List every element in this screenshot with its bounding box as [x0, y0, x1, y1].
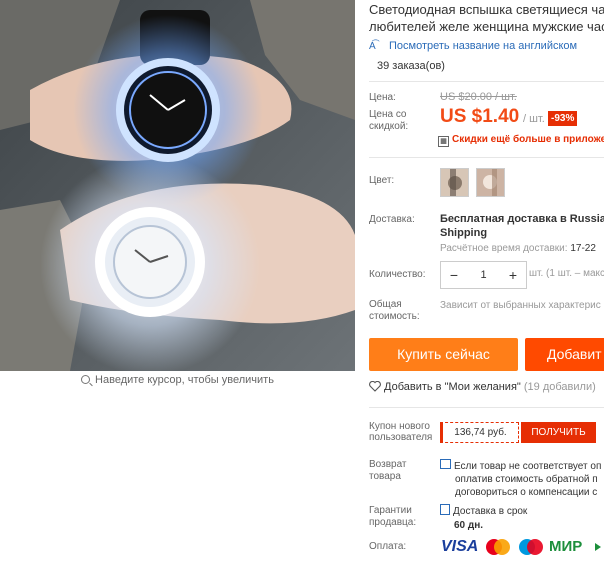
total-cost-label: Общая стоимость:	[369, 299, 420, 322]
add-to-wishlist[interactable]: Добавить в "Мои желания" (19 добавили)	[369, 381, 596, 393]
payment-arrow-icon	[595, 543, 601, 551]
zoom-hint: Наведите курсор, чтобы увеличить	[0, 374, 355, 386]
returns-line-3: договориться о компенсации с	[455, 487, 598, 498]
orders-count: 39 заказа(ов)	[377, 60, 445, 72]
delivery-time: Расчётное время доставки: 17-22	[440, 243, 596, 254]
returns-label-line-2: товара	[369, 471, 401, 482]
get-coupon-button[interactable]: ПОЛУЧИТЬ	[521, 422, 596, 443]
translate-title-link[interactable]: A͡ Посмотреть название на английском	[369, 40, 577, 52]
product-title-line-2: любителей желе женщина мужские часы	[369, 19, 604, 34]
mir-logo: МИР	[549, 538, 583, 555]
divider	[369, 407, 604, 408]
guarantee-label-line-2: продавца:	[369, 517, 417, 528]
coupon-label-line-1: Купон нового	[369, 421, 430, 432]
return-policy-icon	[440, 459, 451, 469]
new-user-coupon-label: Купон нового пользователя	[369, 421, 432, 443]
quantity-stepper: − 1 +	[440, 261, 527, 289]
guarantee-line-2: 60 дн.	[454, 520, 484, 531]
coupon-label-line-2: пользователя	[369, 432, 433, 443]
watch-photo	[0, 0, 355, 371]
add-to-cart-button[interactable]: Добавит	[525, 338, 604, 371]
guarantee-line-1: Доставка в срок	[453, 506, 528, 517]
color-option-2-image	[477, 169, 504, 196]
shipping-method-line-2[interactable]: Shipping	[440, 226, 604, 240]
seller-guarantee-text: Доставка в срок 60 дн.	[440, 504, 527, 533]
color-option-1[interactable]	[440, 168, 469, 197]
qr-icon: ▦	[438, 136, 449, 147]
old-price: US $20.00 / шт.	[440, 91, 517, 103]
returns-line-1: Если товар не соответствует оп	[454, 461, 602, 472]
total-cost-note: Зависит от выбранных характерис	[440, 300, 601, 311]
buy-now-button[interactable]: Купить сейчас	[369, 338, 518, 371]
app-discount-link[interactable]: ▦ Скидки ещё больше в приложе	[438, 134, 604, 147]
divider	[369, 81, 604, 82]
product-info-panel: Светодиодная вспышка светящиеся час люби…	[369, 0, 604, 567]
guarantee-label-line-1: Гарантии	[369, 505, 412, 516]
product-main-image[interactable]	[0, 0, 355, 371]
returns-label-line-1: Возврат	[369, 459, 407, 470]
shipping-method-line-1[interactable]: Бесплатная доставка в Russian F	[440, 212, 604, 226]
price-label: Цена:	[369, 92, 396, 103]
coupon-value: 136,74 руб.	[440, 422, 519, 443]
discount-badge: -93%	[548, 111, 578, 126]
quantity-decrease-button[interactable]: −	[441, 262, 467, 288]
translate-link-text[interactable]: Посмотреть название на английском	[389, 40, 577, 52]
returns-label: Возврат товара	[369, 459, 407, 483]
returns-policy-text: Если товар не соответствует оп оплатив с…	[440, 459, 601, 499]
translate-icon: A͡	[369, 41, 376, 52]
shield-icon	[440, 504, 450, 515]
zoom-hint-text: Наведите курсор, чтобы увеличить	[95, 374, 274, 386]
color-option-1-image	[441, 169, 468, 196]
quantity-increase-button[interactable]: +	[500, 262, 526, 288]
product-title: Светодиодная вспышка светящиеся час люби…	[369, 1, 604, 35]
wishlist-count: (19 добавили)	[523, 381, 596, 393]
seller-guarantee-label: Гарантии продавца:	[369, 505, 416, 529]
returns-line-2: оплатив стоимость обратной п	[455, 474, 598, 485]
product-title-line-1: Светодиодная вспышка светящиеся час	[369, 2, 604, 17]
divider	[369, 157, 604, 158]
discount-price-label: Цена со скидкой:	[369, 109, 409, 132]
shipping-method[interactable]: Бесплатная доставка в Russian F Shipping	[440, 212, 604, 240]
quantity-input[interactable]: 1	[467, 262, 500, 288]
delivery-time-label: Расчётное время доставки:	[440, 243, 568, 254]
heart-icon	[369, 381, 381, 392]
wishlist-label[interactable]: Добавить в "Мои желания"	[384, 381, 521, 393]
payment-label: Оплата:	[369, 541, 407, 552]
visa-logo: VISA	[441, 538, 479, 555]
mastercard-logo	[486, 539, 510, 555]
magnifier-icon	[81, 375, 91, 384]
maestro-logo	[519, 539, 543, 555]
color-option-2[interactable]	[476, 168, 505, 197]
delivery-time-value: 17-22	[570, 243, 596, 254]
quantity-limit-note: шт. (1 шт. – макс	[529, 268, 604, 279]
color-label: Цвет:	[369, 175, 395, 186]
price-unit: / шт.	[523, 113, 545, 125]
current-price: US $1.40	[440, 106, 520, 127]
quantity-label: Количество:	[369, 269, 426, 280]
shipping-label: Доставка:	[369, 214, 415, 225]
app-discount-text[interactable]: Скидки ещё больше в приложе	[452, 134, 604, 145]
